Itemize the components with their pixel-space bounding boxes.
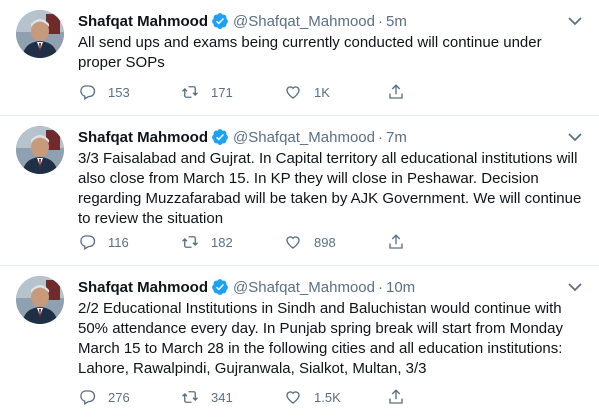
avatar[interactable] xyxy=(16,126,64,174)
author-handle[interactable]: @Shafqat_Mahmood xyxy=(233,129,375,146)
like-count: 1K xyxy=(314,84,330,100)
retweet-icon xyxy=(182,236,198,248)
like-icon xyxy=(286,391,300,404)
reply-button[interactable]: 153 xyxy=(78,82,181,102)
author-handle[interactable]: @Shafqat_Mahmood xyxy=(233,13,375,30)
share-icon xyxy=(389,389,403,404)
reply-count: 116 xyxy=(108,234,129,250)
verified-badge-icon xyxy=(212,279,228,295)
retweet-count: 182 xyxy=(211,234,233,250)
tweet-feed: Shafqat Mahmood @Shafqat_Mahmood · 5m Al… xyxy=(0,0,599,420)
tweet[interactable]: Shafqat Mahmood @Shafqat_Mahmood · 5m Al… xyxy=(0,0,599,116)
author-handle[interactable]: @Shafqat_Mahmood xyxy=(233,279,375,296)
verified-badge-icon xyxy=(212,13,228,29)
chevron-down-icon[interactable] xyxy=(565,12,585,30)
timestamp[interactable]: 7m xyxy=(386,129,407,146)
share-icon xyxy=(389,84,403,99)
share-icon xyxy=(389,234,403,249)
reply-button[interactable]: 116 xyxy=(78,232,181,252)
like-button[interactable]: 898 xyxy=(284,232,387,252)
tweet-actions: 153 171 1K xyxy=(78,82,447,102)
separator-dot: · xyxy=(377,12,383,30)
retweet-icon xyxy=(182,86,198,98)
like-icon xyxy=(286,86,300,99)
timestamp[interactable]: 5m xyxy=(386,13,407,30)
like-icon xyxy=(286,236,300,249)
timestamp[interactable]: 10m xyxy=(386,279,415,296)
like-count: 898 xyxy=(314,234,336,250)
separator-dot: · xyxy=(377,278,383,296)
reply-button[interactable]: 276 xyxy=(78,387,181,407)
author-name[interactable]: Shafqat Mahmood xyxy=(78,129,208,146)
chevron-down-icon[interactable] xyxy=(565,278,585,296)
retweet-icon xyxy=(182,391,198,403)
verified-badge-icon xyxy=(212,129,228,145)
separator-dot: · xyxy=(377,128,383,146)
share-button[interactable] xyxy=(387,232,447,252)
reply-icon xyxy=(80,390,96,405)
tweet-text: 2/2 Educational Institutions in Sindh an… xyxy=(78,300,563,377)
avatar[interactable] xyxy=(16,10,64,58)
reply-count: 153 xyxy=(108,84,130,100)
tweet[interactable]: Shafqat Mahmood @Shafqat_Mahmood · 10m 2… xyxy=(0,266,599,420)
share-button[interactable] xyxy=(387,387,447,407)
like-button[interactable]: 1.5K xyxy=(284,387,387,407)
chevron-down-icon[interactable] xyxy=(565,128,585,146)
like-button[interactable]: 1K xyxy=(284,82,387,102)
reply-icon xyxy=(80,85,96,100)
reply-icon xyxy=(80,235,96,250)
tweet-text: All send ups and exams being currently c… xyxy=(78,34,542,71)
author-name[interactable]: Shafqat Mahmood xyxy=(78,279,208,296)
tweet-actions: 276 341 1.5K xyxy=(78,387,447,407)
retweet-button[interactable]: 171 xyxy=(181,82,284,102)
tweet-actions: 116 182 898 xyxy=(78,232,447,252)
retweet-button[interactable]: 341 xyxy=(181,387,284,407)
like-count: 1.5K xyxy=(314,389,341,405)
reply-count: 276 xyxy=(108,389,130,405)
author-name[interactable]: Shafqat Mahmood xyxy=(78,13,208,30)
retweet-count: 341 xyxy=(211,389,233,405)
tweet[interactable]: Shafqat Mahmood @Shafqat_Mahmood · 7m 3/… xyxy=(0,116,599,266)
retweet-count: 171 xyxy=(211,84,233,100)
retweet-button[interactable]: 182 xyxy=(181,232,284,252)
share-button[interactable] xyxy=(387,82,447,102)
avatar[interactable] xyxy=(16,276,64,324)
tweet-text: 3/3 Faisalabad and Gujrat. In Capital te… xyxy=(78,150,582,227)
